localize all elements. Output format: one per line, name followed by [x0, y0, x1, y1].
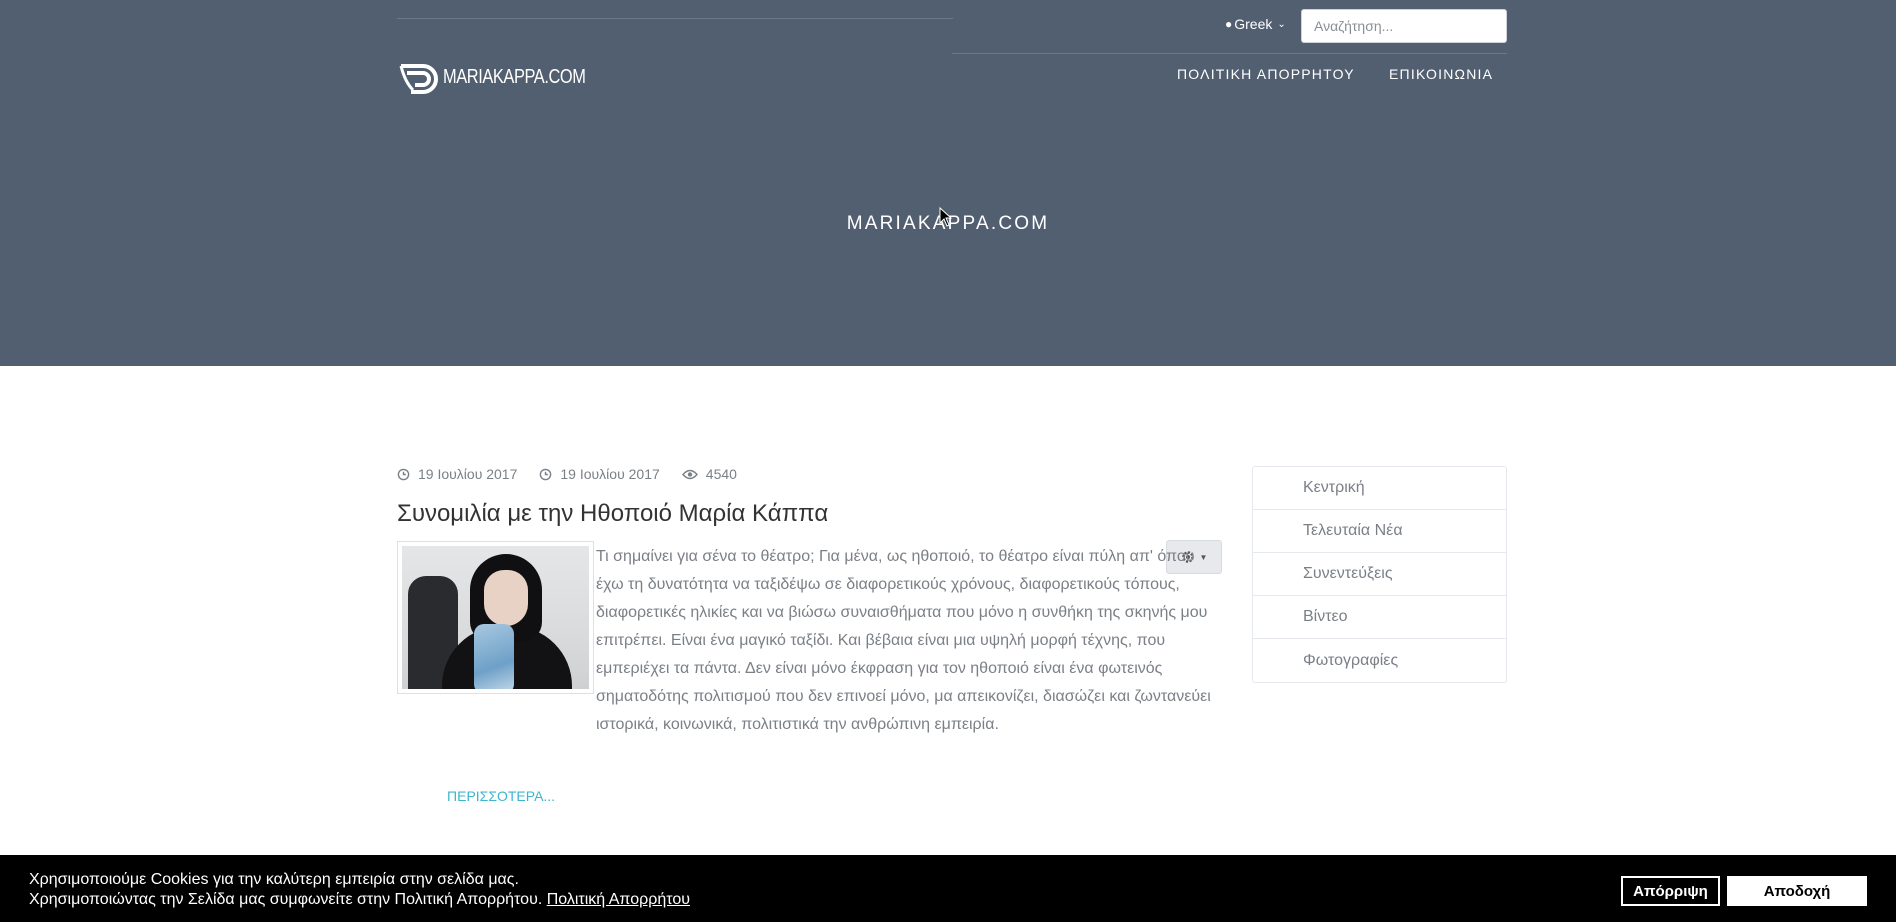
- header-divider: [952, 53, 1507, 54]
- cookie-message: Χρησιμοποιούμε Cookies για την καλύτερη …: [29, 870, 690, 910]
- language-label: Greek: [1234, 16, 1273, 32]
- privacy-policy-link[interactable]: Πολιτική Απορρήτου: [547, 891, 690, 908]
- modified-date-text: 19 Ιουλίου 2017: [560, 466, 660, 482]
- site-logo[interactable]: MARIAKAPPA.COM: [397, 60, 617, 94]
- cookie-line-2-text: Χρησιμοποιώντας την Σελίδα μας συμφωνείτ…: [29, 891, 543, 908]
- sidebar-item-interviews[interactable]: Συνεντεύξεις: [1253, 553, 1506, 596]
- hits-count: 4540: [705, 466, 737, 482]
- reject-cookies-button[interactable]: Απόρριψη: [1621, 876, 1720, 906]
- created-date-text: 19 Ιουλίου 2017: [418, 466, 518, 482]
- clock-icon: [540, 468, 552, 480]
- search-input[interactable]: [1301, 9, 1507, 43]
- chevron-down-icon: ⌄: [1277, 18, 1286, 30]
- article-image[interactable]: [397, 541, 594, 694]
- language-selector[interactable]: ● Greek ⌄: [1225, 16, 1286, 32]
- sidebar-item-home[interactable]: Κεντρική: [1253, 467, 1506, 510]
- sidebar-item-photos[interactable]: Φωτογραφίες: [1253, 639, 1506, 682]
- created-date: 19 Ιουλίου 2017: [397, 466, 517, 482]
- portrait-photo: [402, 546, 589, 689]
- clock-icon: [397, 468, 410, 480]
- article-meta: 19 Ιουλίου 2017 19 Ιουλίου 2017 4540: [397, 466, 759, 482]
- nav-contact[interactable]: ΕΠΙΚΟΙΝΩΝΙΑ: [1389, 66, 1493, 82]
- read-more-link[interactable]: ΠΕΡΙΣΣΟΤΕΡΑ...: [447, 788, 555, 804]
- eye-icon: [681, 469, 698, 479]
- header-divider: [397, 18, 953, 19]
- hits: 4540: [681, 466, 737, 482]
- logo-text: MARIAKAPPA.COM: [443, 65, 586, 88]
- sidebar-item-latest-news[interactable]: Τελευταία Νέα: [1253, 510, 1506, 553]
- article-title[interactable]: Συνομιλία με την Ηθοποιό Μαρία Κάππα: [397, 500, 828, 528]
- logo-icon: [399, 64, 438, 94]
- site-header: MARIAKAPPA.COM ● Greek ⌄ ΠΟΛΙΤΙΚΗ ΑΠΟΡΡΗ…: [0, 0, 1896, 366]
- article-intro: Τι σημαίνει για σένα το θέατρο; Για μένα…: [596, 548, 1211, 733]
- sidebar-menu: Κεντρική Τελευταία Νέα Συνεντεύξεις Βίντ…: [1252, 466, 1507, 683]
- globe-icon: ●: [1225, 17, 1233, 31]
- cookie-line-2: Χρησιμοποιώντας την Σελίδα μας συμφωνείτ…: [29, 890, 690, 910]
- cookie-line-1: Χρησιμοποιούμε Cookies για την καλύτερη …: [29, 871, 519, 888]
- sidebar-item-videos[interactable]: Βίντεο: [1253, 596, 1506, 639]
- cookie-banner: Χρησιμοποιούμε Cookies για την καλύτερη …: [0, 855, 1896, 922]
- modified-date: 19 Ιουλίου 2017: [539, 466, 660, 482]
- accept-cookies-button[interactable]: Αποδοχή: [1727, 876, 1867, 906]
- nav-privacy-policy[interactable]: ΠΟΛΙΤΙΚΗ ΑΠΟΡΡΗΤΟΥ: [1177, 66, 1355, 82]
- mouse-cursor-icon: [939, 207, 953, 227]
